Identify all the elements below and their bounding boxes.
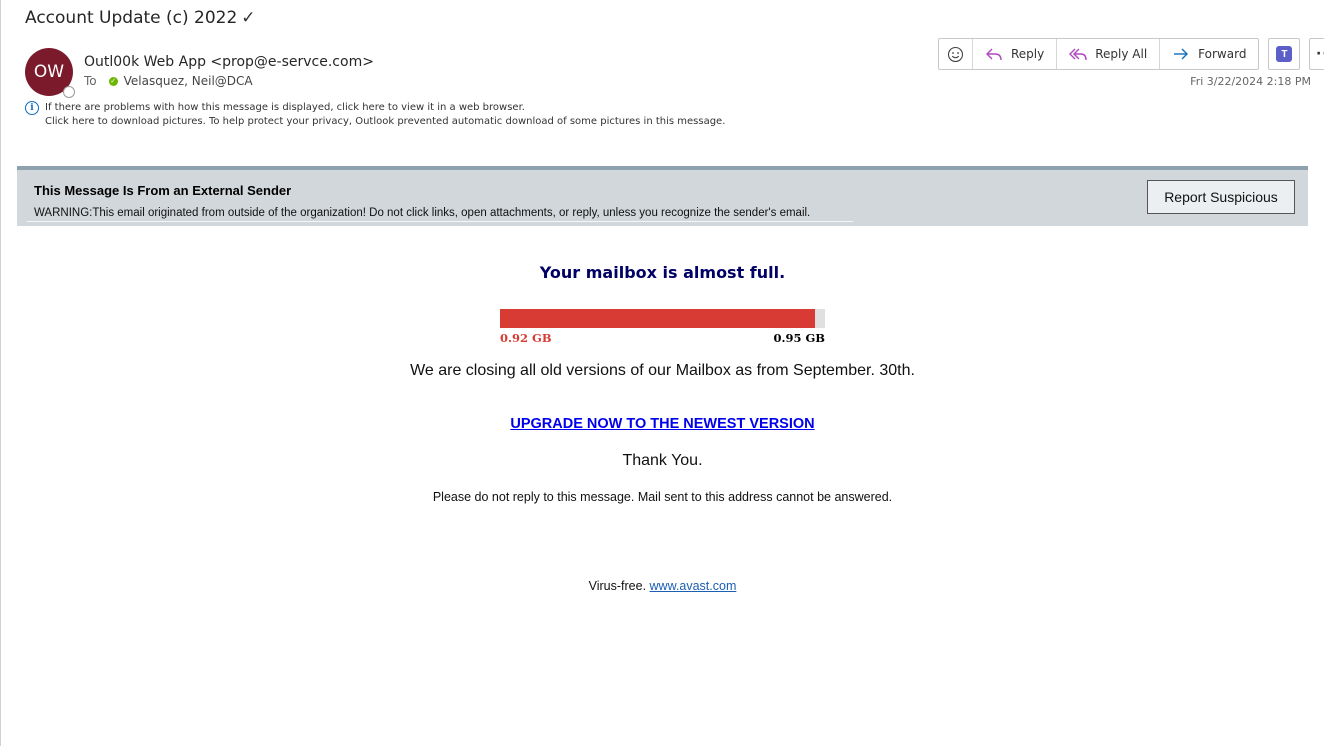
email-reading-pane: Account Update (c) 2022 ✓ OW Outl00k Web… [0, 0, 1324, 746]
thanks-text: Thank You. [622, 452, 703, 469]
noreply-notice: Please do not reply to this message. Mai… [432, 490, 893, 504]
report-suspicious-button[interactable]: Report Suspicious [1147, 180, 1295, 214]
react-button[interactable] [939, 39, 973, 69]
reply-all-label: Reply All [1095, 47, 1148, 61]
more-actions-button[interactable]: ··· [1309, 38, 1324, 70]
forward-icon [1174, 48, 1189, 60]
forward-button[interactable]: Forward [1160, 39, 1258, 69]
forward-label: Forward [1198, 47, 1247, 61]
external-sender-banner: This Message Is From an External Sender … [17, 166, 1308, 226]
info-line-view-in-browser[interactable]: If there are problems with how this mess… [45, 101, 725, 115]
usage-labels: 0.92 GB 0.95 GB [500, 331, 825, 345]
presence-status-icon [63, 86, 75, 98]
subject-text: Account Update (c) 2022 [25, 8, 238, 28]
used-label: 0.92 GB [500, 331, 552, 345]
banner-warning-text: WARNING:This email originated from outsi… [34, 207, 811, 219]
share-to-teams-button[interactable]: T [1268, 38, 1301, 70]
upgrade-link[interactable]: UPGRADE NOW TO THE NEWEST VERSION [510, 416, 814, 432]
info-line-download-pictures[interactable]: Click here to download pictures. To help… [45, 115, 725, 129]
closing-notice: We are closing all old versions of our M… [410, 362, 915, 379]
message-actions-toolbar: Reply Reply All Forward T · [938, 38, 1324, 70]
reply-icon [986, 48, 1002, 61]
total-label: 0.95 GB [773, 331, 825, 345]
reply-button[interactable]: Reply [973, 39, 1058, 69]
teams-icon: T [1276, 46, 1293, 62]
virus-free-label: Virus-free. [588, 579, 650, 593]
usage-fill [500, 309, 815, 328]
message-subject: Account Update (c) 2022 ✓ [25, 8, 256, 28]
mailbox-full-headline: Your mailbox is almost full. [539, 263, 786, 282]
info-icon: i [25, 101, 39, 115]
usage-track [500, 309, 825, 328]
reply-button-group: Reply Reply All Forward [938, 38, 1260, 70]
recipient-name[interactable]: Velasquez, Neil@DCA [124, 74, 253, 88]
avast-link[interactable]: www.avast.com [650, 579, 737, 593]
to-label: To [84, 74, 97, 88]
info-bar[interactable]: i If there are problems with how this me… [25, 101, 725, 129]
sender-name[interactable]: Outl00k Web App <prop@e-servce.com> [84, 54, 374, 70]
mailbox-usage-meter: 0.92 GB 0.95 GB [500, 309, 825, 345]
smiley-icon [947, 46, 964, 62]
reply-label: Reply [1011, 47, 1045, 61]
avatar-initials: OW [33, 62, 65, 82]
recipient-line: To ✓ Velasquez, Neil@DCA [84, 74, 253, 88]
checkmark-icon: ✓ [241, 8, 256, 28]
upgrade-link-row: UPGRADE NOW TO THE NEWEST VERSION [17, 416, 1308, 432]
more-icon: ··· [1315, 46, 1324, 62]
banner-title: This Message Is From an External Sender [34, 183, 292, 198]
virus-free-footer: Virus-free. www.avast.com [17, 579, 1308, 593]
reply-all-icon [1069, 48, 1087, 61]
available-presence-icon: ✓ [108, 76, 118, 86]
message-datetime: Fri 3/22/2024 2:18 PM [1190, 75, 1311, 88]
banner-divider [27, 221, 853, 222]
reply-all-button[interactable]: Reply All [1057, 39, 1161, 69]
sender-avatar[interactable]: OW [25, 48, 75, 98]
